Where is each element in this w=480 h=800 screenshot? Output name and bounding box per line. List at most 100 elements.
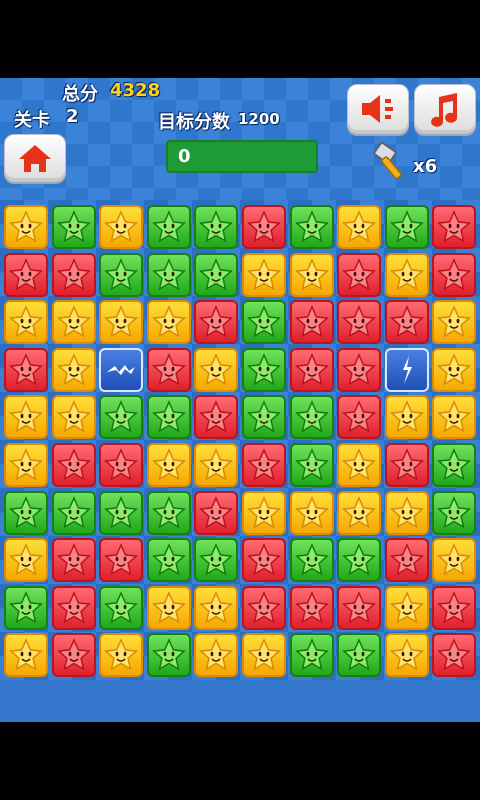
red-star-block[interactable]: [99, 443, 144, 487]
green-star-block[interactable]: [337, 538, 382, 583]
yellow-star-block[interactable]: [242, 490, 286, 535]
red-star-block[interactable]: [337, 585, 382, 630]
red-star-block[interactable]: [337, 395, 382, 440]
lightning-block[interactable]: [384, 347, 429, 392]
red-star-block[interactable]: [99, 538, 144, 583]
home-button[interactable]: [4, 134, 66, 182]
green-star-block[interactable]: [146, 633, 191, 678]
green-star-block[interactable]: [242, 300, 286, 345]
red-star-block[interactable]: [242, 585, 286, 630]
yellow-star-block[interactable]: [4, 395, 48, 440]
red-star-block[interactable]: [289, 585, 334, 630]
yellow-star-block[interactable]: [337, 205, 382, 249]
green-star-block[interactable]: [99, 490, 144, 535]
red-star-block[interactable]: [194, 395, 239, 440]
yellow-star-block[interactable]: [146, 585, 191, 630]
sound-button[interactable]: [347, 84, 409, 134]
yellow-star-block[interactable]: [146, 443, 191, 487]
red-star-block[interactable]: [4, 252, 48, 297]
red-star-block[interactable]: [194, 300, 239, 345]
yellow-star-block[interactable]: [51, 395, 96, 440]
green-star-block[interactable]: [384, 205, 429, 249]
red-star-block[interactable]: [384, 538, 429, 583]
red-star-block[interactable]: [51, 538, 96, 583]
green-star-block[interactable]: [194, 205, 239, 249]
yellow-star-block[interactable]: [4, 300, 48, 345]
yellow-star-block[interactable]: [99, 300, 144, 345]
yellow-star-block[interactable]: [384, 585, 429, 630]
green-star-block[interactable]: [146, 538, 191, 583]
yellow-star-block[interactable]: [4, 443, 48, 487]
red-star-block[interactable]: [432, 633, 477, 678]
red-star-block[interactable]: [242, 538, 286, 583]
red-star-block[interactable]: [432, 205, 477, 249]
yellow-star-block[interactable]: [337, 443, 382, 487]
red-star-block[interactable]: [432, 252, 477, 297]
green-star-block[interactable]: [337, 633, 382, 678]
green-star-block[interactable]: [99, 585, 144, 630]
green-star-block[interactable]: [242, 395, 286, 440]
yellow-star-block[interactable]: [242, 252, 286, 297]
music-button[interactable]: [414, 84, 476, 134]
yellow-star-block[interactable]: [242, 633, 286, 678]
yellow-star-block[interactable]: [51, 347, 96, 392]
yellow-star-block[interactable]: [194, 633, 239, 678]
red-star-block[interactable]: [4, 347, 48, 392]
yellow-star-block[interactable]: [432, 300, 477, 345]
green-star-block[interactable]: [146, 490, 191, 535]
red-star-block[interactable]: [337, 252, 382, 297]
red-star-block[interactable]: [432, 585, 477, 630]
red-star-block[interactable]: [51, 633, 96, 678]
red-star-block[interactable]: [289, 347, 334, 392]
red-star-block[interactable]: [146, 347, 191, 392]
yellow-star-block[interactable]: [194, 347, 239, 392]
green-star-block[interactable]: [289, 538, 334, 583]
yellow-star-block[interactable]: [51, 300, 96, 345]
yellow-star-block[interactable]: [384, 395, 429, 440]
yellow-star-block[interactable]: [99, 633, 144, 678]
green-star-block[interactable]: [146, 252, 191, 297]
yellow-star-block[interactable]: [4, 633, 48, 678]
green-star-block[interactable]: [99, 252, 144, 297]
hammer-tool[interactable]: [370, 140, 414, 184]
red-star-block[interactable]: [242, 443, 286, 487]
green-star-block[interactable]: [51, 205, 96, 249]
green-star-block[interactable]: [242, 347, 286, 392]
yellow-star-block[interactable]: [146, 300, 191, 345]
yellow-star-block[interactable]: [289, 490, 334, 535]
red-star-block[interactable]: [337, 300, 382, 345]
yellow-star-block[interactable]: [384, 490, 429, 535]
green-star-block[interactable]: [51, 490, 96, 535]
yellow-star-block[interactable]: [384, 252, 429, 297]
yellow-star-block[interactable]: [4, 205, 48, 249]
lightning-block[interactable]: [99, 347, 144, 392]
green-star-block[interactable]: [194, 252, 239, 297]
green-star-block[interactable]: [4, 585, 48, 630]
yellow-star-block[interactable]: [432, 395, 477, 440]
yellow-star-block[interactable]: [4, 538, 48, 583]
green-star-block[interactable]: [146, 205, 191, 249]
green-star-block[interactable]: [289, 395, 334, 440]
green-star-block[interactable]: [289, 443, 334, 487]
green-star-block[interactable]: [4, 490, 48, 535]
yellow-star-block[interactable]: [384, 633, 429, 678]
yellow-star-block[interactable]: [194, 443, 239, 487]
red-star-block[interactable]: [337, 347, 382, 392]
red-star-block[interactable]: [194, 490, 239, 535]
yellow-star-block[interactable]: [337, 490, 382, 535]
yellow-star-block[interactable]: [289, 252, 334, 297]
red-star-block[interactable]: [384, 300, 429, 345]
green-star-block[interactable]: [146, 395, 191, 440]
yellow-star-block[interactable]: [432, 347, 477, 392]
green-star-block[interactable]: [432, 443, 477, 487]
green-star-block[interactable]: [289, 205, 334, 249]
yellow-star-block[interactable]: [194, 585, 239, 630]
red-star-block[interactable]: [384, 443, 429, 487]
yellow-star-block[interactable]: [99, 205, 144, 249]
red-star-block[interactable]: [51, 585, 96, 630]
red-star-block[interactable]: [242, 205, 286, 249]
green-star-block[interactable]: [432, 490, 477, 535]
red-star-block[interactable]: [51, 252, 96, 297]
green-star-block[interactable]: [194, 538, 239, 583]
green-star-block[interactable]: [289, 633, 334, 678]
